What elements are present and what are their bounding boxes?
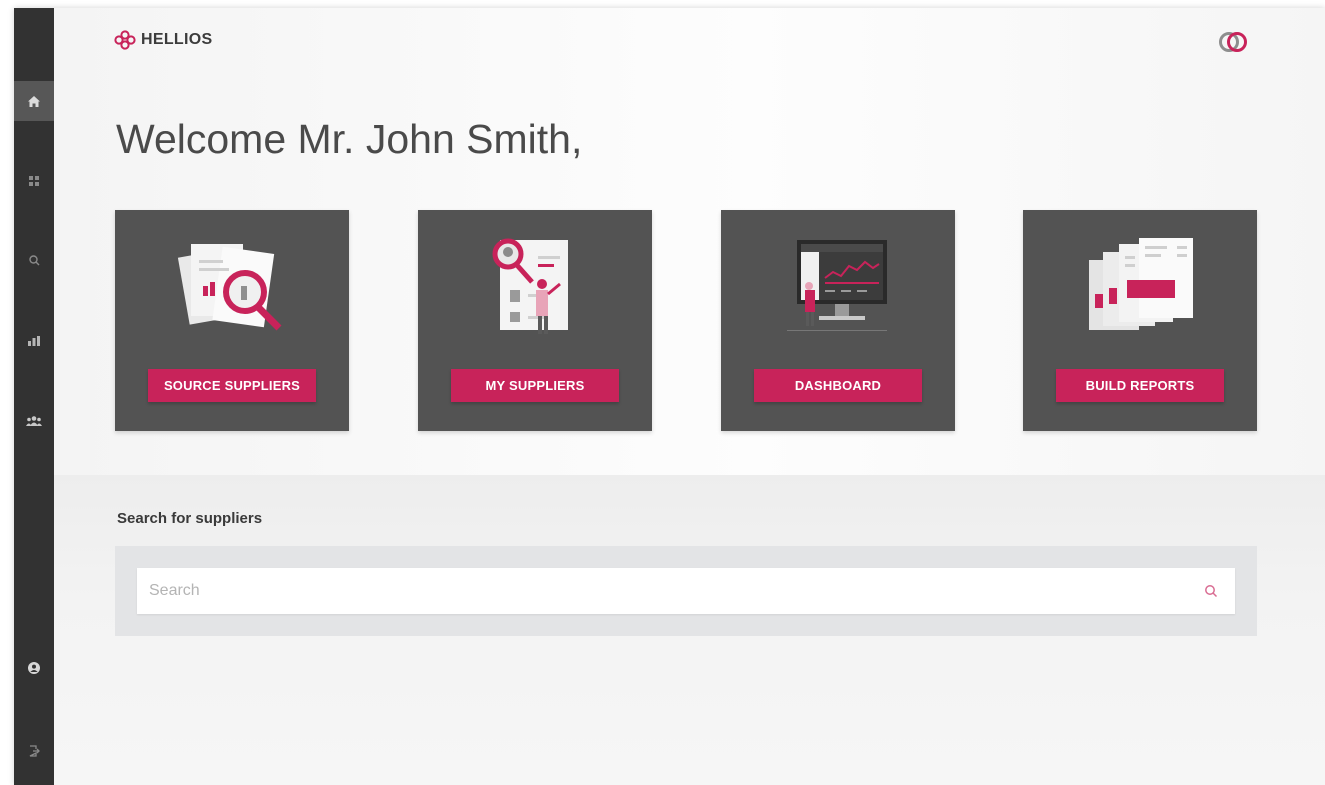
sidebar-item-users[interactable] [14,401,54,441]
documents-magnifier-illustration [177,244,282,331]
main-content: HELLIOS Welcome Mr. John Smith, SOURCE S… [54,8,1325,785]
search-icon [28,254,39,265]
card-source-suppliers[interactable]: SOURCE SUPPLIERS [115,210,349,431]
sidebar-item-profile[interactable] [14,648,54,688]
card-dashboard[interactable]: DASHBOARD [721,210,955,431]
home-icon [28,95,40,107]
sidebar-item-home[interactable] [14,81,54,121]
card-build-reports[interactable]: BUILD REPORTS [1023,210,1257,431]
hellios-flower-icon [114,30,136,50]
search-input[interactable] [137,568,1235,614]
dashboard-button[interactable]: DASHBOARD [754,369,922,402]
welcome-heading: Welcome Mr. John Smith, [116,116,583,162]
my-suppliers-button[interactable]: MY SUPPLIERS [451,369,619,402]
bar-chart-icon [28,336,40,346]
grid-icon [29,176,39,186]
sidebar-item-logout[interactable] [14,731,54,771]
search-label: Search for suppliers [117,510,263,527]
report-sheets-illustration [1089,238,1193,330]
app-window: HELLIOS Welcome Mr. John Smith, SOURCE S… [14,8,1325,785]
search-icon[interactable] [1204,584,1218,598]
user-circle-icon [28,662,40,674]
users-icon [26,416,42,426]
card-my-suppliers[interactable]: MY SUPPLIERS [418,210,652,431]
search-panel [115,546,1257,636]
logout-icon [29,745,40,757]
app-logo[interactable]: HELLIOS [112,30,212,50]
sidebar-item-search[interactable] [14,240,54,280]
build-reports-button[interactable]: BUILD REPORTS [1056,369,1224,402]
interlocking-rings-icon [1218,31,1250,58]
logo-text: HELLIOS [141,31,213,48]
source-suppliers-button[interactable]: SOURCE SUPPLIERS [148,369,316,402]
sidebar-item-reports[interactable] [14,321,54,361]
sidebar [14,8,54,785]
sidebar-item-grid[interactable] [14,161,54,201]
monitor-dashboard-illustration [787,240,887,331]
supplier-profile-illustration [492,238,568,334]
